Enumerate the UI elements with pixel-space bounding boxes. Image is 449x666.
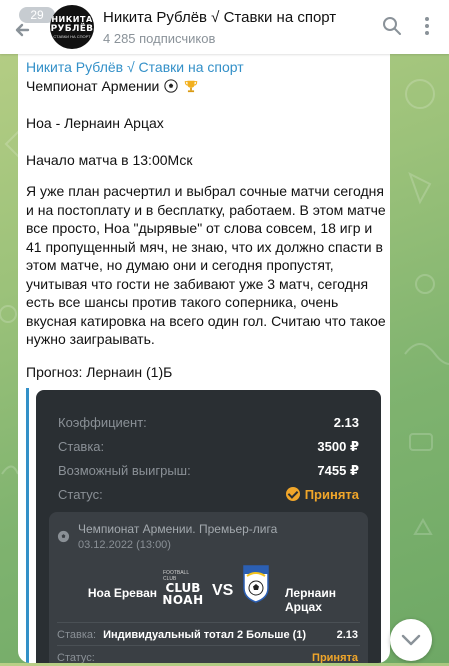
- match-details: Чемпионат Армении. Премьер-лига 03.12.20…: [49, 512, 368, 663]
- coefficient-label: Коэффициент:: [58, 415, 147, 430]
- scroll-down-button[interactable]: [390, 619, 432, 661]
- stake-label: Ставка:: [58, 439, 105, 454]
- bet-odds: 2.13: [336, 629, 358, 641]
- stake-row: Ставка: 3500 ₽: [58, 439, 359, 454]
- chevron-down-icon: [401, 634, 421, 646]
- channel-avatar[interactable]: НИКИТА РУБЛЁВ СТАВКИ НА СПОРТ: [50, 5, 94, 49]
- bet-label: Ставка:: [57, 629, 97, 641]
- possible-win-value: 7455 ₽: [317, 463, 359, 478]
- bet-description: Индивидуальный тотал 2 Больше (1): [103, 629, 307, 641]
- soccer-ball-icon: [57, 530, 70, 543]
- bet-status-label: Статус:: [57, 652, 95, 663]
- versus-label: VS: [212, 582, 234, 599]
- status-value: Принята: [285, 487, 359, 502]
- search-icon[interactable]: [382, 16, 402, 36]
- possible-win-label: Возможный выигрыш:: [58, 463, 191, 478]
- match-date: 03.12.2022 (13:00): [78, 539, 171, 551]
- forecast-line: Прогноз: Лернаин (1)Б: [26, 364, 173, 380]
- chat-header: 29 НИКИТА РУБЛЁВ СТАВКИ НА СПОРТ Никита …: [0, 0, 449, 54]
- home-logo-line3: NOAH: [162, 593, 204, 607]
- match-title: Ноа - Лернаин Арцах: [26, 115, 164, 131]
- home-team-logo: FOOTBALL CLUB CLUB NOAH: [162, 564, 204, 612]
- divider: [57, 645, 360, 646]
- quote-bar: [26, 388, 29, 663]
- avatar-text-line3: СТАВКИ НА СПОРТ: [53, 33, 91, 39]
- status-text: Принята: [304, 487, 359, 502]
- divider: [57, 622, 360, 623]
- bet-status-value: Принята: [312, 652, 358, 663]
- status-label: Статус:: [58, 487, 103, 502]
- league-name: Чемпионат Армении. Премьер-лига: [78, 522, 278, 536]
- avatar-text-line1: НИКИТА: [51, 14, 93, 24]
- soccer-ball-emoji: [164, 79, 178, 93]
- championship-text: Чемпионат Армении: [26, 78, 160, 94]
- bet-card: Коэффициент: 2.13 Ставка: 3500 ₽ Возможн…: [36, 390, 381, 663]
- subscriber-count: 4 285 подписчиков: [103, 31, 216, 46]
- bet-status-row: Статус: Принята: [57, 652, 358, 663]
- championship-line: Чемпионат Армении: [26, 77, 386, 96]
- trophy-emoji: [184, 80, 198, 93]
- message-bubble: Никита Рублёв √ Ставки на спорт Чемпиона…: [18, 54, 390, 663]
- more-options-icon[interactable]: [421, 15, 433, 37]
- message-author[interactable]: Никита Рублёв √ Ставки на спорт: [26, 59, 244, 75]
- coefficient-value: 2.13: [333, 415, 359, 430]
- away-team-name: Лернаин Арцах: [285, 586, 336, 614]
- coefficient-row: Коэффициент: 2.13: [58, 415, 359, 430]
- possible-win-row: Возможный выигрыш: 7455 ₽: [58, 463, 359, 478]
- message-body: Я уже план расчертил и выбрал сочные мат…: [26, 183, 386, 347]
- bet-detail-row: Ставка: Индивидуальный тотал 2 Больше (1…: [57, 629, 358, 641]
- home-team-name: Ноа Ереван: [87, 586, 157, 600]
- stake-value: 3500 ₽: [317, 439, 359, 454]
- unread-count-badge: 29: [19, 7, 55, 23]
- check-circle-icon: [285, 487, 300, 501]
- away-team-logo: [243, 565, 269, 603]
- status-row: Статус: Принята: [58, 487, 359, 502]
- avatar-text-line2: РУБЛЁВ: [50, 23, 94, 34]
- channel-title[interactable]: Никита Рублёв √ Ставки на спорт: [103, 9, 336, 26]
- kickoff-time: Начало матча в 13:00Мск: [26, 152, 193, 168]
